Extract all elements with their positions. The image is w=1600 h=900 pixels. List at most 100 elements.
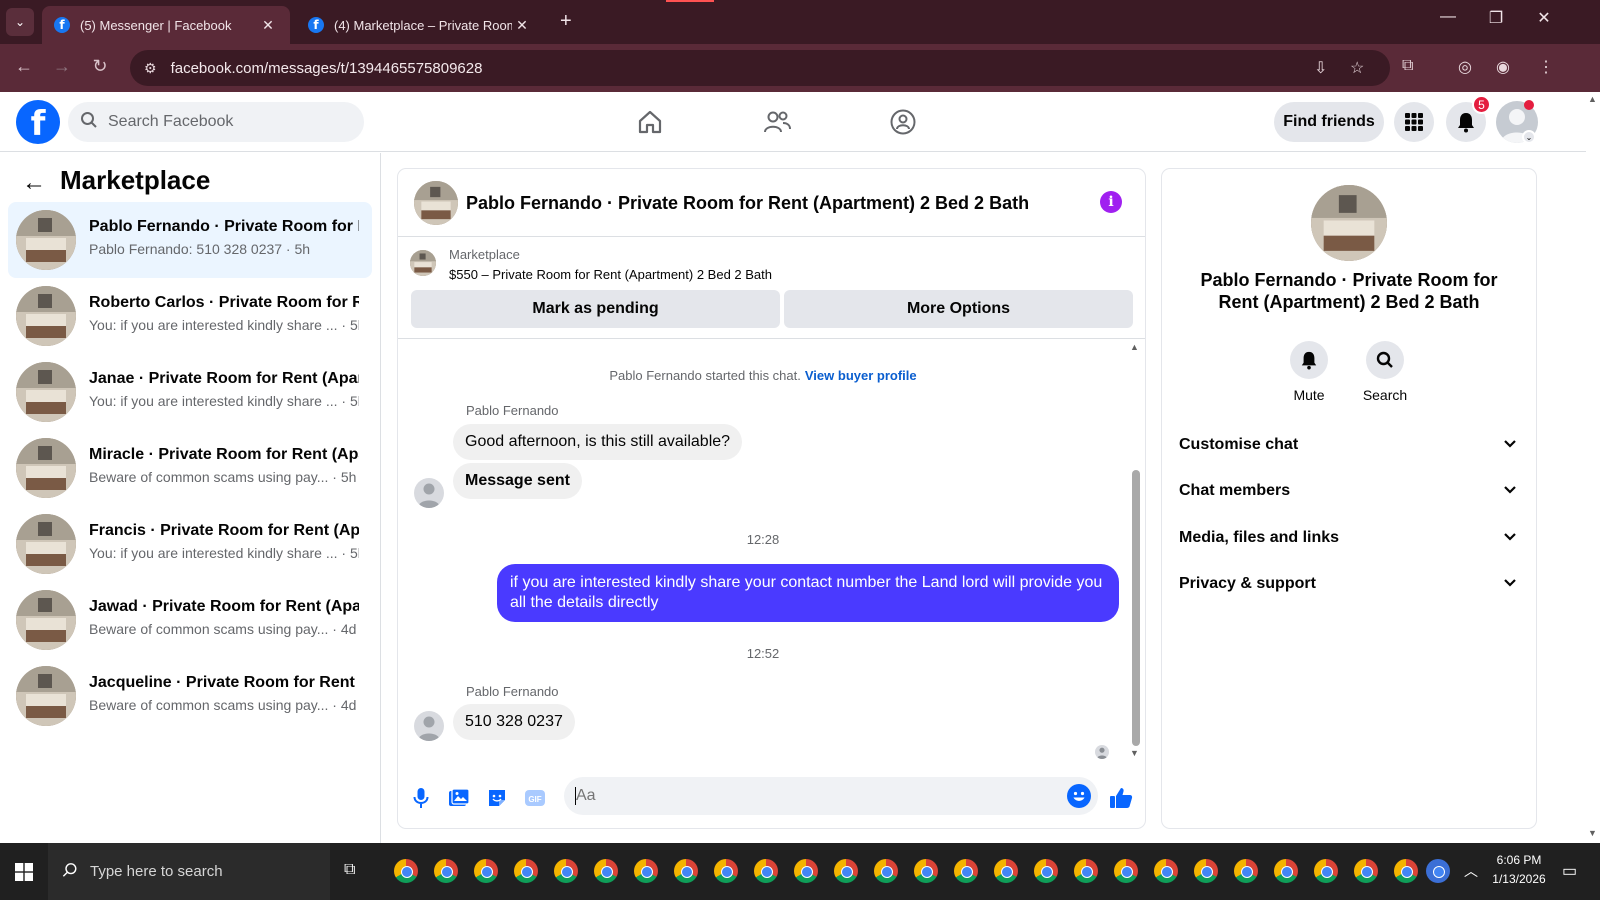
tab-marketplace[interactable]: f (4) Marketplace – Private Room for Ren… bbox=[296, 6, 544, 44]
bluetooth-app-icon[interactable] bbox=[1426, 859, 1450, 883]
chrome-profile-app-icon[interactable] bbox=[674, 859, 698, 883]
groups-icon[interactable] bbox=[885, 106, 921, 138]
message-input[interactable] bbox=[576, 777, 1056, 815]
close-window-icon[interactable]: ✕ bbox=[1524, 8, 1564, 28]
section-customise-chat[interactable]: Customise chat bbox=[1162, 423, 1536, 467]
show-hidden-icons-chevron-icon[interactable]: ︿ bbox=[1464, 861, 1478, 881]
site-info-icon[interactable]: ⚙ bbox=[144, 60, 157, 77]
close-tab-icon[interactable]: ✕ bbox=[258, 17, 278, 34]
find-friends-button[interactable]: Find friends bbox=[1274, 102, 1384, 142]
chrome-profile-app-icon[interactable] bbox=[754, 859, 778, 883]
conversation-item[interactable]: Janae · Private Room for Rent (Apartment… bbox=[8, 354, 372, 430]
chrome-profile-app-icon[interactable] bbox=[594, 859, 618, 883]
message-bubble[interactable]: Message sent bbox=[453, 463, 582, 499]
back-icon[interactable]: ← bbox=[12, 56, 36, 77]
page-scrollbar[interactable]: ▲ ▼ bbox=[1586, 92, 1600, 843]
taskbar-clock[interactable]: 6:06 PM 1/13/2026 bbox=[1484, 851, 1554, 889]
thumbs-up-icon[interactable] bbox=[1108, 785, 1134, 811]
profile-icon[interactable]: ◉ bbox=[1496, 57, 1510, 77]
chrome-profile-app-icon[interactable] bbox=[634, 859, 658, 883]
chrome-profile-app-icon[interactable] bbox=[1354, 859, 1378, 883]
performance-icon[interactable]: ◎ bbox=[1458, 57, 1472, 77]
chrome-profile-app-icon[interactable] bbox=[874, 859, 898, 883]
scroll-down-icon[interactable]: ▼ bbox=[1588, 828, 1597, 838]
chat-title[interactable]: Pablo Fernando · Private Room for Rent (… bbox=[466, 193, 1029, 214]
chrome-profile-app-icon[interactable] bbox=[1314, 859, 1338, 883]
home-icon[interactable] bbox=[632, 106, 668, 138]
chrome-profile-app-icon[interactable] bbox=[1234, 859, 1258, 883]
reload-icon[interactable]: ↻ bbox=[88, 56, 112, 77]
listing-title[interactable]: $550 – Private Room for Rent (Apartment)… bbox=[449, 267, 772, 282]
task-view-icon[interactable]: ⧉ bbox=[344, 861, 355, 879]
conversation-item[interactable]: Francis · Private Room for Rent (Apartme… bbox=[8, 506, 372, 582]
view-buyer-profile-link[interactable]: View buyer profile bbox=[805, 368, 917, 383]
more-options-button[interactable]: More Options bbox=[784, 290, 1133, 328]
chrome-app-icon[interactable] bbox=[394, 859, 418, 883]
back-arrow-icon[interactable]: ← bbox=[22, 169, 46, 197]
conversation-info-icon[interactable]: i bbox=[1100, 191, 1122, 213]
conversation-avatar[interactable] bbox=[1311, 185, 1387, 261]
chrome-profile-app-icon[interactable] bbox=[554, 859, 578, 883]
message-scrollbar[interactable]: ▲ ▼ bbox=[1130, 340, 1142, 764]
chrome-profile-app-icon[interactable] bbox=[1074, 859, 1098, 883]
mute-button[interactable]: Mute bbox=[1279, 341, 1339, 403]
search-in-conversation-button[interactable]: Search bbox=[1355, 341, 1415, 403]
chrome-profile-app-icon[interactable] bbox=[1114, 859, 1138, 883]
notification-center-icon[interactable]: ▭ bbox=[1562, 861, 1577, 881]
extensions-icon[interactable]: ⧉ bbox=[1402, 57, 1413, 75]
message-bubble-outgoing[interactable]: if you are interested kindly share your … bbox=[497, 564, 1119, 622]
sender-avatar[interactable] bbox=[414, 478, 444, 508]
bookmark-star-icon[interactable]: ☆ bbox=[1350, 58, 1364, 78]
new-tab-icon[interactable]: + bbox=[560, 10, 572, 33]
windows-start-icon[interactable] bbox=[0, 843, 48, 900]
sticker-icon[interactable] bbox=[484, 785, 510, 811]
message-input-wrapper[interactable] bbox=[564, 777, 1098, 815]
facebook-logo[interactable]: f bbox=[16, 100, 60, 144]
close-tab-icon[interactable]: ✕ bbox=[512, 17, 532, 34]
chrome-profile-app-icon[interactable] bbox=[794, 859, 818, 883]
chrome-profile-app-icon[interactable] bbox=[1274, 859, 1298, 883]
chrome-profile-app-icon[interactable] bbox=[1194, 859, 1218, 883]
sender-avatar[interactable] bbox=[414, 711, 444, 741]
conversation-item[interactable]: Miracle · Private Room for Rent (Apartme… bbox=[8, 430, 372, 506]
microphone-icon[interactable] bbox=[408, 785, 434, 811]
taskbar-search-input[interactable]: Type here to search bbox=[48, 843, 330, 900]
chrome-profile-app-icon[interactable] bbox=[954, 859, 978, 883]
conversation-item[interactable]: Pablo Fernando · Private Room for Rent (… bbox=[8, 202, 372, 278]
chrome-profile-app-icon[interactable] bbox=[1394, 859, 1418, 883]
section-chat-members[interactable]: Chat members bbox=[1162, 469, 1536, 513]
search-facebook-input[interactable]: Search Facebook bbox=[68, 102, 364, 142]
section-media-files-links[interactable]: Media, files and links bbox=[1162, 516, 1536, 560]
conversation-item[interactable]: Roberto Carlos · Private Room for Rent (… bbox=[8, 278, 372, 354]
chrome-profile-app-icon[interactable] bbox=[434, 859, 458, 883]
address-bar[interactable]: ⚙ facebook.com/messages/t/13944655758096… bbox=[130, 50, 1390, 86]
chrome-profile-app-icon[interactable] bbox=[474, 859, 498, 883]
scroll-up-icon[interactable]: ▲ bbox=[1130, 342, 1139, 352]
chrome-profile-app-icon[interactable] bbox=[1034, 859, 1058, 883]
conversation-item[interactable]: Jawad · Private Room for Rent (Apartment… bbox=[8, 582, 372, 658]
message-bubble[interactable]: 510 328 0237 bbox=[453, 704, 575, 740]
tab-search-dropdown[interactable]: ⌄ bbox=[6, 8, 34, 36]
chrome-profile-app-icon[interactable] bbox=[514, 859, 538, 883]
conversation-item[interactable]: Jacqueline · Private Room for Rent (Apar… bbox=[8, 658, 372, 734]
chrome-profile-app-icon[interactable] bbox=[834, 859, 858, 883]
scroll-down-icon[interactable]: ▼ bbox=[1130, 748, 1139, 758]
emoji-icon[interactable] bbox=[1067, 784, 1091, 808]
forward-icon[interactable]: → bbox=[50, 56, 74, 77]
menu-grid-icon[interactable] bbox=[1394, 102, 1434, 142]
photo-icon[interactable] bbox=[446, 785, 472, 811]
chrome-profile-app-icon[interactable] bbox=[1154, 859, 1178, 883]
menu-icon[interactable]: ⋮ bbox=[1538, 57, 1554, 77]
scrollbar-thumb[interactable] bbox=[1132, 470, 1140, 746]
chrome-profile-app-icon[interactable] bbox=[994, 859, 1018, 883]
message-bubble[interactable]: Good afternoon, is this still available? bbox=[453, 424, 743, 460]
chat-avatar[interactable] bbox=[414, 181, 458, 225]
restore-icon[interactable]: ❐ bbox=[1476, 8, 1516, 28]
mark-as-pending-button[interactable]: Mark as pending bbox=[411, 290, 780, 328]
tab-messenger[interactable]: f (5) Messenger | Facebook ✕ bbox=[42, 6, 290, 44]
minimize-icon[interactable]: — bbox=[1428, 8, 1468, 26]
scroll-up-icon[interactable]: ▲ bbox=[1588, 94, 1597, 104]
friends-icon[interactable] bbox=[759, 106, 795, 138]
chrome-profile-app-icon[interactable] bbox=[914, 859, 938, 883]
gif-icon[interactable]: GIF bbox=[522, 785, 548, 811]
